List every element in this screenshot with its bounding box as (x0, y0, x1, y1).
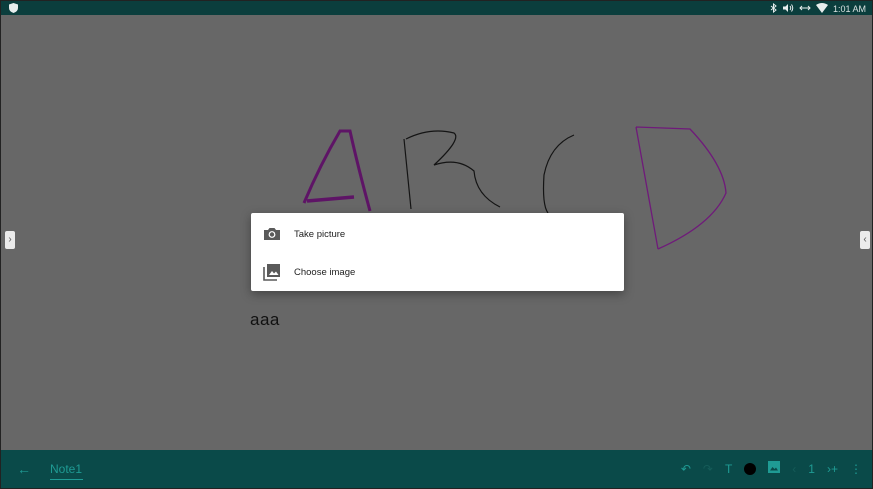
insert-image-menu: Take picture Choose image (251, 213, 624, 291)
right-panel-handle[interactable]: ‹ (860, 231, 870, 249)
app-window: 1:01 AM aaa › ‹ Take picture Choose imag… (0, 0, 873, 489)
overflow-menu-icon[interactable]: ⋮ (850, 460, 862, 478)
camera-icon (263, 225, 281, 243)
page-number: 1 (808, 462, 815, 476)
choose-image-option[interactable]: Choose image (251, 253, 624, 291)
note-title[interactable]: Note1 (50, 462, 83, 480)
take-picture-label: Take picture (294, 228, 346, 240)
canvas-text-box[interactable]: aaa (250, 310, 280, 330)
take-picture-option[interactable]: Take picture (251, 215, 624, 253)
previous-page-icon[interactable]: ‹ (792, 460, 796, 478)
pen-color-swatch[interactable] (744, 463, 757, 475)
data-sync-icon (799, 3, 811, 15)
bottom-toolbar: ← Note1 ↶ ↷ T ‹ 1 ›+ ⋮ (1, 450, 872, 488)
wifi-icon (815, 3, 828, 15)
toolbar-actions: ↶ ↷ T ‹ 1 ›+ ⋮ (669, 460, 862, 478)
insert-image-icon[interactable] (768, 460, 781, 478)
status-time: 1:01 AM (832, 4, 866, 14)
choose-image-label: Choose image (294, 266, 356, 278)
next-page-add-icon[interactable]: ›+ (827, 460, 838, 478)
volume-icon (782, 3, 794, 15)
image-gallery-icon (263, 263, 281, 281)
shield-icon (9, 3, 18, 15)
left-panel-handle[interactable]: › (5, 231, 15, 249)
undo-icon[interactable]: ↶ (681, 460, 691, 478)
status-bar: 1:01 AM (1, 1, 872, 15)
status-icons: 1:01 AM (770, 2, 866, 15)
redo-icon[interactable]: ↷ (703, 460, 713, 478)
bluetooth-icon (770, 2, 778, 15)
text-tool-icon[interactable]: T (725, 460, 732, 478)
back-arrow-icon[interactable]: ← (17, 461, 31, 477)
